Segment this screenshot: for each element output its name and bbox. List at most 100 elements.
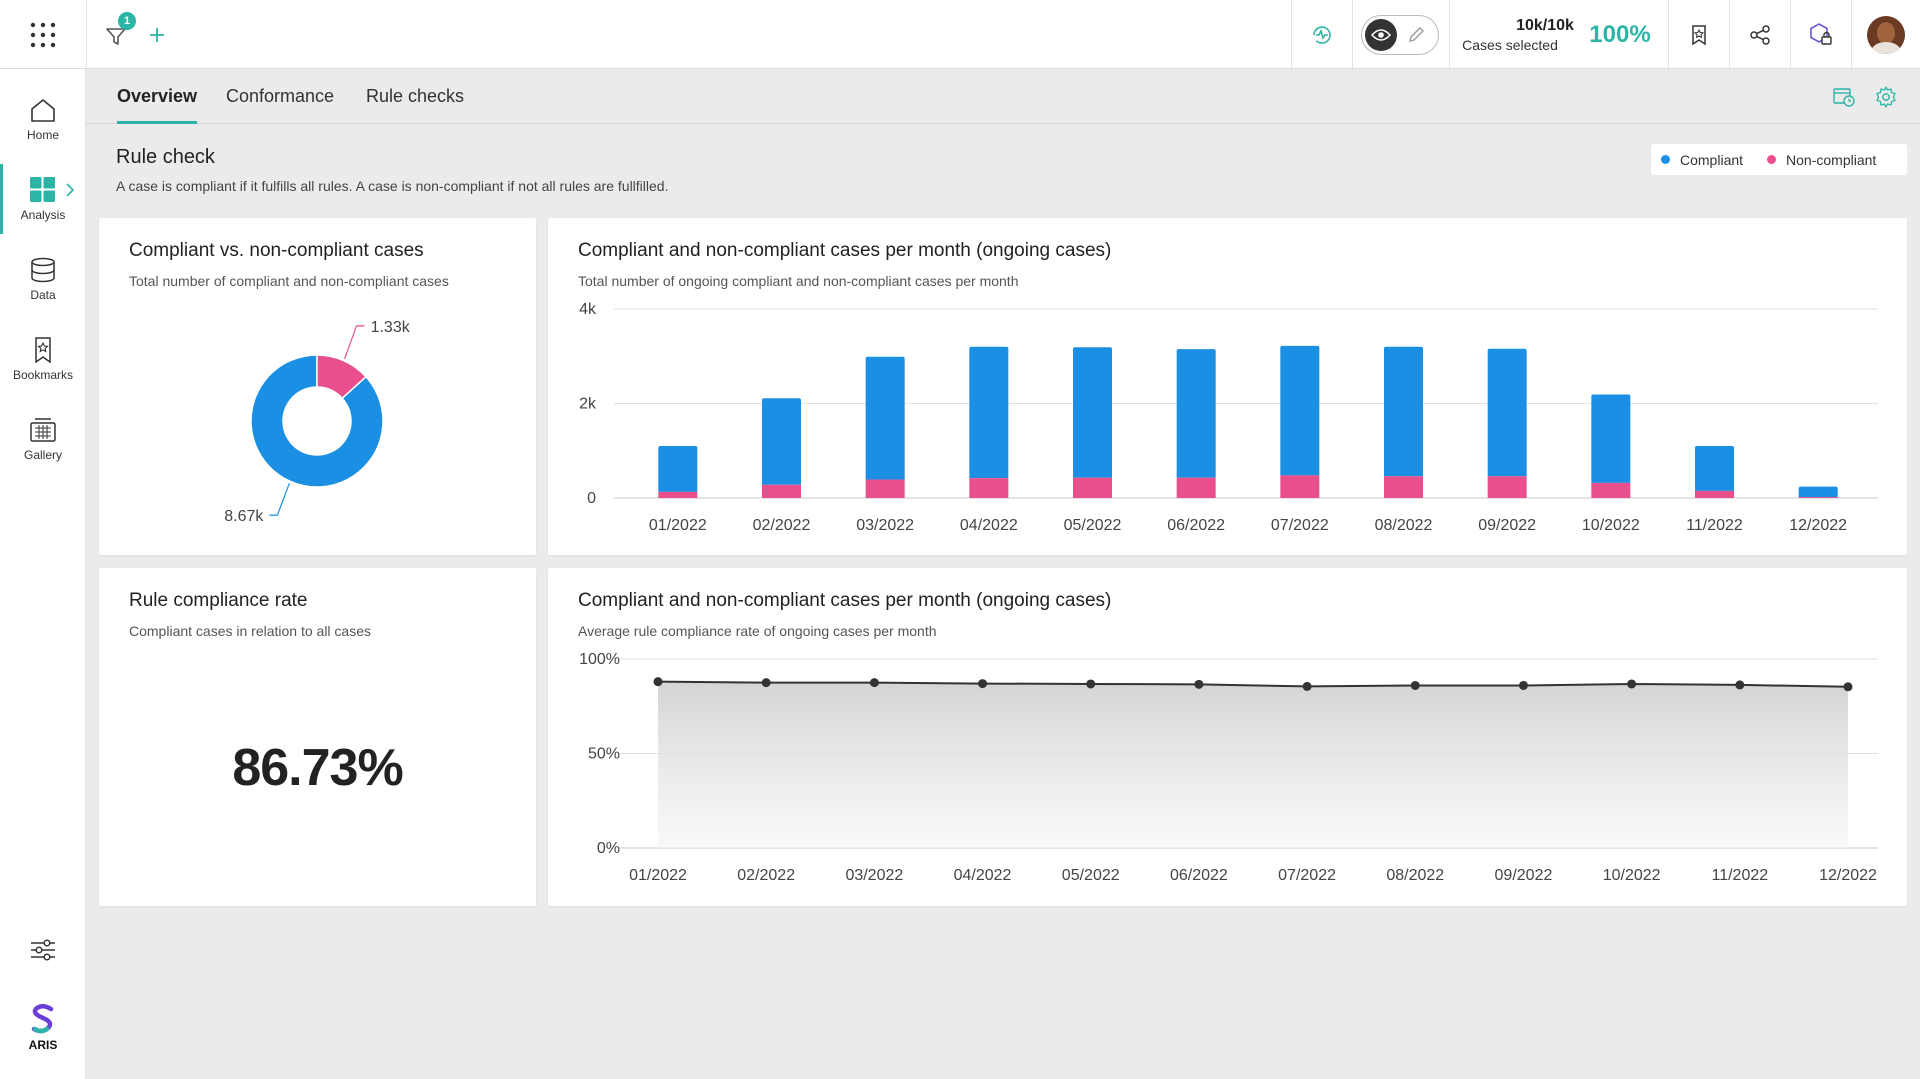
line-chart: 0% 50% 100% 01/2022 02/2022 03/2022 04/2022 05/…: [579, 651, 1878, 884]
bar-x-tick-label: 01/2022: [649, 517, 707, 534]
legend-compliant-swatch: [1661, 155, 1670, 164]
chart-legend: Compliant Non-compliant: [1651, 144, 1907, 175]
bar-compliant: [1695, 446, 1734, 491]
filter-badge-count: 1: [123, 15, 131, 27]
bar-x-tick-label: 03/2022: [856, 517, 914, 534]
sidebar-item-analysis[interactable]: Analysis: [0, 164, 86, 234]
bar-y-tick-label: 0: [587, 490, 596, 507]
bar-x-tick-label: 04/2022: [960, 517, 1018, 534]
line-x-tick-label: 06/2022: [1170, 867, 1228, 884]
card-subtitle: Compliant cases in relation to all cases: [129, 623, 372, 639]
tab-bar: Overview Conformance Rule checks: [86, 69, 1920, 124]
calendar-clock-icon: [1833, 88, 1855, 107]
plus-icon: [150, 27, 164, 42]
line-point: [761, 678, 771, 688]
sidebar-item-bookmarks[interactable]: Bookmarks: [0, 324, 86, 394]
filter-button[interactable]: 1: [100, 0, 136, 69]
bar-x-tick-label: 09/2022: [1478, 517, 1536, 534]
sidebar-item-gallery[interactable]: Gallery: [0, 404, 86, 474]
bar-x-tick-label: 07/2022: [1271, 517, 1329, 534]
donut-label-compliant: 8.67k: [224, 508, 264, 525]
bar-x-tick-label: 11/2022: [1686, 517, 1743, 534]
bar-compliant: [1487, 348, 1527, 477]
bar-non-compliant: [762, 484, 801, 498]
line-x-tick-label: 12/2022: [1819, 867, 1877, 884]
brand-name: ARIS: [28, 1038, 58, 1052]
brand-logo: ARIS: [0, 1004, 86, 1052]
bar-non-compliant: [1073, 477, 1112, 498]
sidebar-item-home[interactable]: Home: [0, 84, 86, 154]
bar-y-tick-label: 4k: [579, 301, 597, 318]
bar-non-compliant: [1798, 497, 1838, 498]
cases-label: Cases selected: [1462, 36, 1558, 53]
gear-icon: [1876, 86, 1896, 108]
cases-percent-value: 100%: [1589, 20, 1651, 48]
line-y-tick-label: 0%: [597, 840, 620, 857]
bar-x-tick-label: 06/2022: [1167, 517, 1225, 534]
grid-icon: [30, 176, 55, 202]
bar-compliant: [658, 446, 698, 492]
section-description: A case is compliant if it fulfills all r…: [116, 178, 669, 194]
chevron-right-icon: [66, 183, 75, 197]
donut-leader-compliant: [269, 482, 290, 516]
active-indicator: [0, 164, 3, 234]
view-mode-button[interactable]: [1365, 18, 1397, 51]
app-launcher-button[interactable]: [0, 0, 86, 69]
view-edit-toggle[interactable]: [1360, 0, 1440, 69]
eye-icon: [1371, 28, 1391, 41]
sidebar-item-label: Analysis: [20, 207, 66, 222]
schedule-button[interactable]: [1832, 86, 1856, 113]
bar-non-compliant: [865, 479, 905, 498]
tab-conformance[interactable]: Conformance: [226, 69, 334, 124]
share-icon: [1750, 24, 1770, 45]
bookmark-button[interactable]: [1669, 0, 1729, 69]
bar-non-compliant: [969, 478, 1009, 498]
security-button[interactable]: [1791, 0, 1851, 69]
line-x-tick-label: 01/2022: [629, 867, 687, 884]
bar-x-tick-label: 08/2022: [1375, 517, 1433, 534]
line-x-tick-label: 09/2022: [1495, 867, 1553, 884]
bar-compliant: [1073, 347, 1112, 478]
bar-compliant: [1798, 486, 1838, 498]
compliance-rate-card: Rule compliance rate Compliant cases in …: [99, 568, 536, 906]
edit-mode-button[interactable]: [1406, 25, 1426, 50]
cases-selected-info[interactable]: 10k/10k Cases selected: [1450, 0, 1574, 69]
line-x-tick-label: 08/2022: [1386, 867, 1444, 884]
bar-compliant: [1176, 349, 1216, 478]
bar-chart-card: Compliant and non-compliant cases per mo…: [548, 218, 1907, 555]
hexagon-lock-icon: [1810, 22, 1832, 45]
settings-button[interactable]: [1874, 85, 1898, 114]
bar-non-compliant: [1384, 476, 1423, 498]
process-monitor-button[interactable]: [1292, 0, 1352, 69]
legend-compliant-label: Compliant: [1680, 151, 1744, 168]
line-point: [1843, 682, 1853, 692]
tab-rule-checks[interactable]: Rule checks: [366, 69, 464, 124]
gallery-icon: [30, 417, 56, 442]
line-point: [1086, 679, 1096, 689]
sidebar-item-data[interactable]: Data: [0, 244, 86, 314]
add-filter-button[interactable]: [142, 0, 172, 69]
donut-leader-non-compliant: [344, 325, 365, 360]
line-point: [1194, 679, 1204, 689]
line-point: [653, 677, 663, 687]
top-bar: 1 10k/10k Cases selected 100%: [0, 0, 1920, 69]
bar-compliant: [969, 346, 1009, 479]
section-title: Rule check: [116, 146, 215, 168]
line-point: [869, 678, 879, 688]
tab-overview[interactable]: Overview: [117, 69, 198, 124]
card-title: Rule compliance rate: [129, 590, 308, 611]
cases-percent: 100%: [1580, 0, 1660, 69]
bar-x-tick-label: 12/2022: [1789, 517, 1847, 534]
bar-non-compliant: [658, 491, 698, 498]
settings-sliders-button[interactable]: [0, 939, 86, 961]
line-y-tick-label: 50%: [588, 746, 620, 763]
legend-non-compliant-label: Non-compliant: [1786, 151, 1877, 168]
line-point: [1627, 679, 1637, 689]
bar-chart: 0 2k 4k 01/2022 02/2022 03/2022 04/2022 05/2022…: [579, 301, 1878, 534]
bar-compliant: [1384, 346, 1423, 477]
line-y-tick-label: 100%: [579, 651, 620, 668]
line-x-tick-label: 03/2022: [845, 867, 903, 884]
share-button[interactable]: [1730, 0, 1790, 69]
sliders-icon: [31, 939, 55, 961]
user-avatar[interactable]: [1852, 0, 1920, 69]
